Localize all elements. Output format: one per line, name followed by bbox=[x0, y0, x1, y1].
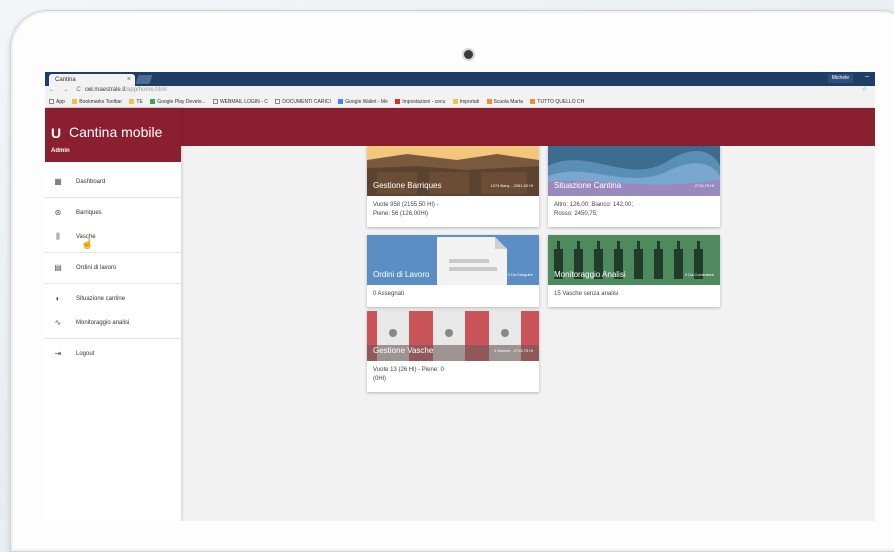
divider bbox=[45, 197, 181, 198]
card-line: Vuote 13 (26 Hl) - Piene: 0 bbox=[373, 367, 444, 373]
minimize-icon[interactable]: – bbox=[865, 73, 869, 80]
card-body: 15 Vasche senza analisi bbox=[548, 285, 720, 307]
card-title: Ordini di Lavoro bbox=[373, 270, 430, 279]
card-line: Altro: 126,00; Bianco: 142,00; bbox=[554, 202, 634, 208]
card-badge: 3 Vasche - 2716,75 Hl bbox=[493, 348, 533, 353]
sidebar-item-monitoraggio[interactable]: ∿ Monitoraggio analisi bbox=[45, 311, 181, 335]
card-monitoraggio[interactable]: Monitoraggio Analisi 0 Da Controllare 15… bbox=[548, 235, 720, 307]
card-line: Rosso: 2450,75; bbox=[554, 211, 598, 217]
sidebar-item-label: Barriques bbox=[76, 210, 102, 216]
logout-icon: ⇥ bbox=[54, 349, 62, 358]
card-title: Monitoraggio Analisi bbox=[554, 270, 626, 279]
card-ordini[interactable]: Ordini di Lavoro 0 Da Eseguire 0 Assegna… bbox=[367, 235, 539, 307]
bookmark-item[interactable]: Google Play Develo... bbox=[150, 99, 206, 105]
sidebar-item-label: Situazione cantine bbox=[76, 296, 126, 302]
card-line: 15 Vasche senza analisi bbox=[554, 291, 619, 297]
card-image-vasche: Gestione Vasche 3 Vasche - 2716,75 Hl bbox=[367, 311, 539, 361]
hand-cursor-icon: ☝ bbox=[81, 239, 94, 250]
app-title: Cantina mobile bbox=[69, 124, 163, 140]
card-image-barriques: Gestione Barriques 1074 Barq. - 2281,50 … bbox=[367, 146, 539, 196]
sidebar-item-label: Ordini di lavoro bbox=[76, 265, 117, 271]
dashboard-icon: ▦ bbox=[54, 177, 62, 186]
bookmark-item[interactable]: WEBMAIL LOGIN - C bbox=[212, 99, 268, 105]
card-body: Vuote 13 (26 Hl) - Piene: 0 (0Hl) bbox=[367, 361, 539, 392]
sidebar-item-barriques[interactable]: ⊛ Barriques bbox=[45, 201, 181, 225]
bookmark-star-icon[interactable]: ☆ bbox=[862, 86, 867, 93]
url-text[interactable]: cel.maestrale.it/app/home.html bbox=[85, 87, 167, 93]
sidebar: U Cantina mobile Admin ▦ Dashboard ⊛ Bar… bbox=[45, 108, 181, 521]
new-tab-button[interactable] bbox=[135, 75, 153, 84]
url-path: /app/home.html bbox=[125, 87, 167, 93]
address-bar[interactable]: ← → C ⌂ cel.maestrale.it/app/home.html ☆ bbox=[45, 86, 875, 97]
card-badge: 0 Da Eseguire bbox=[507, 272, 533, 277]
sidebar-item-label: Monitoraggio analisi bbox=[76, 320, 130, 326]
browser-tab[interactable]: Cantina × bbox=[49, 74, 135, 86]
card-title: Gestione Barriques bbox=[373, 181, 442, 190]
bookmarks-bar: App Bookmarks Toolbar TE Google Play Dev… bbox=[45, 97, 875, 108]
sidebar-menu: ▦ Dashboard ⊛ Barriques ⫼ Vasche ☝ ▤ Ord… bbox=[45, 162, 181, 366]
bookmark-item[interactable]: TUTTO QUELLO CH bbox=[530, 99, 584, 105]
tablet-screen: Cantina × Michele – ← → C ⌂ cel.maestral… bbox=[45, 72, 875, 521]
tab-title: Cantina bbox=[55, 77, 76, 83]
bookmark-item[interactable]: Bookmarks Toolbar bbox=[72, 99, 122, 105]
bookmark-item[interactable]: Scuola Marta bbox=[486, 99, 523, 105]
bookmark-item[interactable]: DOCUMENTI CARICI bbox=[275, 99, 331, 105]
card-body: Altro: 126,00; Bianco: 142,00; Rosso: 24… bbox=[548, 196, 720, 227]
card-title: Gestione Vasche bbox=[373, 346, 434, 355]
card-body: 0 Assegnati bbox=[367, 285, 539, 307]
tab-close-icon[interactable]: × bbox=[127, 74, 131, 86]
sidebar-item-label: Dashboard bbox=[76, 179, 106, 185]
barrel-icon: ⊛ bbox=[54, 208, 62, 217]
sidebar-header: U Cantina mobile Admin bbox=[45, 108, 181, 162]
card-line: 0 Assegnati bbox=[373, 291, 405, 297]
card-badge: 0 Da Controllare bbox=[684, 272, 714, 277]
card-line: (0Hl) bbox=[373, 376, 386, 382]
card-image-monitoraggio: Monitoraggio Analisi 0 Da Controllare bbox=[548, 235, 720, 285]
bookmark-item[interactable]: TE bbox=[129, 99, 143, 105]
sidebar-item-dashboard[interactable]: ▦ Dashboard bbox=[45, 170, 181, 194]
card-barriques[interactable]: Gestione Barriques 1074 Barq. - 2281,50 … bbox=[367, 146, 539, 227]
app-logo-icon: U bbox=[51, 125, 62, 141]
divider bbox=[45, 283, 181, 284]
card-badge: 1074 Barq. - 2281,50 Hl bbox=[490, 183, 533, 188]
card-vasche[interactable]: Gestione Vasche 3 Vasche - 2716,75 Hl Vu… bbox=[367, 311, 539, 392]
trend-icon: ∿ bbox=[54, 318, 62, 327]
card-body: Vuote 958 (2155,50 Hl) - Piene: 56 (126,… bbox=[367, 196, 539, 227]
card-image-situazione: Situazione Cantina 2716,75 Hl bbox=[548, 146, 720, 196]
sidebar-item-vasche[interactable]: ⫼ Vasche ☝ bbox=[45, 225, 181, 250]
card-image-ordini: Ordini di Lavoro 0 Da Eseguire bbox=[367, 235, 539, 285]
divider bbox=[45, 338, 181, 339]
bookmark-item[interactable]: Impostazioni - cecu bbox=[395, 99, 445, 105]
user-profile-button[interactable]: Michele bbox=[827, 74, 853, 83]
tanks-icon: ⫼ bbox=[56, 232, 60, 241]
bookmark-item[interactable]: Importati bbox=[452, 99, 479, 105]
card-line: Vuote 958 (2155,50 Hl) - bbox=[373, 202, 439, 208]
sidebar-item-label: Logout bbox=[76, 351, 95, 357]
card-situazione[interactable]: Situazione Cantina 2716,75 Hl Altro: 126… bbox=[548, 146, 720, 227]
card-title: Situazione Cantina bbox=[554, 181, 622, 190]
url-host: cel.maestrale.it bbox=[85, 87, 126, 93]
camera-icon bbox=[464, 50, 473, 59]
divider bbox=[45, 252, 181, 253]
sidebar-item-situazione[interactable]: ◐ Situazione cantine bbox=[45, 287, 181, 311]
bookmark-item[interactable]: Google Wallet - Me bbox=[338, 99, 388, 105]
sidebar-item-ordini[interactable]: ▤ Ordini di lavoro bbox=[45, 256, 181, 280]
pie-icon: ◐ bbox=[55, 294, 61, 303]
card-line: Piene: 56 (126,00Hl) bbox=[373, 211, 429, 217]
bookmark-item[interactable]: App bbox=[49, 99, 65, 105]
user-role: Admin bbox=[51, 148, 70, 154]
card-badge: 2716,75 Hl bbox=[694, 183, 714, 188]
browser-tab-bar: Cantina × Michele – bbox=[45, 72, 875, 86]
sidebar-item-logout[interactable]: ⇥ Logout bbox=[45, 342, 181, 366]
document-icon: ▤ bbox=[54, 263, 62, 272]
